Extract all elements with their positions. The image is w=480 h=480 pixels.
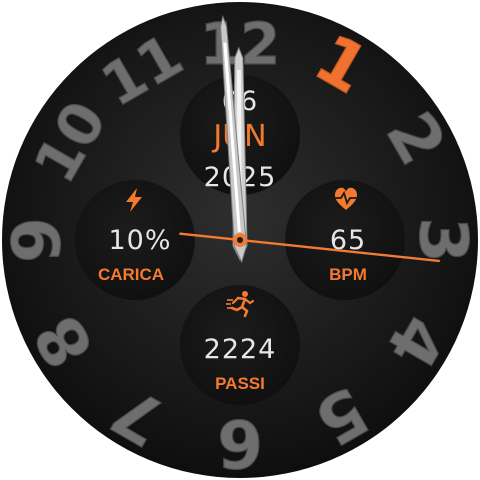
dial-numeral-6: 6 <box>217 405 263 480</box>
battery-value: 10% <box>108 225 171 256</box>
battery-label: CARICA <box>98 265 164 284</box>
heart-rate-label: BPM <box>329 265 367 284</box>
steps-label: PASSI <box>215 374 265 393</box>
watch-face: 123456789101112 06 JUN 2025 10% CARICA 6… <box>0 2 480 480</box>
dial-numeral-9: 9 <box>0 217 76 263</box>
dial-numeral-3: 3 <box>405 217 480 263</box>
steps-value: 2224 <box>204 334 277 365</box>
